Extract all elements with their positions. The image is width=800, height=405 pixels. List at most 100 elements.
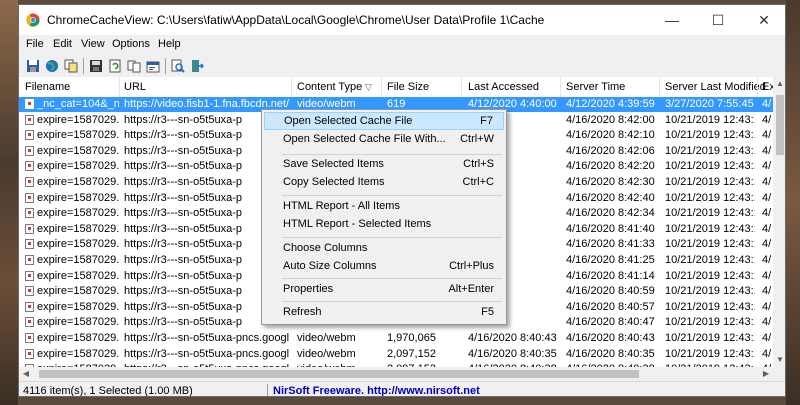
properties-icon[interactable] (146, 59, 160, 73)
menu-choose-columns[interactable]: Choose Columns (264, 240, 504, 258)
cell-ex: 4/ (762, 176, 772, 188)
scroll-right-arrow-icon[interactable]: ▶ (759, 367, 773, 381)
column-divider[interactable] (757, 77, 758, 97)
cell-server: 4/16/2020 8:40:47 ... (566, 316, 657, 329)
cache-file-icon (25, 286, 34, 297)
menu-item-label: HTML Report - All Items (283, 200, 400, 212)
vertical-scrollbar[interactable]: ▲ ▼ (773, 77, 785, 367)
menu-item-shortcut: Alt+Enter (448, 283, 494, 295)
menu-properties[interactable]: Properties Alt+Enter (264, 281, 504, 299)
menu-view[interactable]: View (81, 38, 105, 50)
column-header-file-size[interactable]: File Size (387, 81, 429, 93)
cell-server: 4/16/2020 8:40:59 ... (566, 285, 657, 298)
cell-server: 4/16/2020 8:42:40 ... (566, 191, 657, 204)
cell-server: 4/16/2020 8:41:14 ... (566, 269, 657, 282)
cell-modified: 10/21/2019 12:43:1... (665, 113, 755, 126)
cell-modified: 10/21/2019 12:43:1... (665, 300, 755, 313)
cell-filename: expire=1587029... (37, 129, 119, 142)
cache-file-icon (25, 177, 34, 187)
cell-ex: 4/ (762, 347, 772, 360)
sort-descending-icon: ▽ (365, 82, 372, 92)
menu-refresh[interactable]: Refresh F5 (264, 304, 504, 322)
menu-copy-selected-items[interactable]: Copy Selected Items Ctrl+C (264, 174, 504, 192)
column-header-server-time[interactable]: Server Time (566, 81, 625, 93)
cell-modified: 10/21/2019 12:43:1... (665, 144, 755, 157)
cell-modified: 10/21/2019 12:43:1... (665, 254, 755, 266)
cell-filename: expire=1587029... (37, 113, 119, 126)
column-header-expire[interactable]: Ex (762, 81, 773, 93)
cell-size: 2,097,152 (387, 347, 436, 360)
column-header-filename[interactable]: Filename (25, 81, 70, 93)
menu-edit[interactable]: Edit (53, 38, 72, 50)
column-header-content-type[interactable]: Content Type (297, 81, 362, 93)
scroll-down-arrow-icon[interactable]: ▼ (773, 353, 785, 367)
toolbar (19, 55, 785, 78)
menu-item-label: Choose Columns (283, 242, 368, 254)
cell-filename: expire=1587029... (37, 269, 119, 282)
exit-icon[interactable] (190, 59, 204, 73)
cache-file-icon (25, 145, 34, 156)
desktop-background-left (0, 0, 18, 405)
copy-icon[interactable] (64, 59, 78, 73)
cell-server: 4/16/2020 8:42:30 ... (566, 176, 657, 188)
menu-item-label: Open Selected Cache File (284, 115, 413, 127)
menu-open-cache-file-with[interactable]: Open Selected Cache File With... Ctrl+W (264, 131, 504, 149)
disk-icon[interactable] (89, 59, 103, 73)
menu-open-selected-cache-file[interactable]: Open Selected Cache File F7 (264, 112, 504, 130)
vertical-scroll-thumb[interactable] (776, 95, 784, 155)
column-divider[interactable] (119, 77, 120, 97)
title-bar[interactable]: ChromeCacheView: C:\Users\fatiw\AppData\… (19, 5, 785, 35)
column-header-url[interactable]: URL (124, 81, 146, 93)
window-title: ChromeCacheView: C:\Users\fatiw\AppData\… (47, 13, 545, 27)
menu-separator (282, 278, 502, 279)
scroll-left-arrow-icon[interactable]: ◀ (19, 367, 33, 381)
close-button[interactable]: ✕ (741, 5, 785, 35)
globe-icon[interactable] (45, 59, 59, 73)
column-divider[interactable] (381, 77, 382, 97)
menu-options[interactable]: Options (112, 38, 150, 50)
column-divider[interactable] (560, 77, 561, 97)
cache-file-icon (25, 239, 34, 250)
context-menu: Open Selected Cache File F7 Open Selecte… (261, 109, 507, 325)
cell-server: 4/16/2020 8:41:33 ... (566, 238, 657, 251)
cell-server: 4/16/2020 8:40:43 ... (566, 332, 657, 344)
menu-html-report-selected[interactable]: HTML Report - Selected Items (264, 216, 504, 234)
table-row[interactable]: expire=1587029... https://r3---sn-o5t5uxa… (19, 347, 773, 362)
column-divider[interactable] (291, 77, 292, 97)
cell-modified: 10/21/2019 12:43:1... (665, 222, 755, 235)
menu-help[interactable]: Help (158, 38, 181, 50)
column-header-last-accessed[interactable]: Last Accessed (468, 81, 539, 93)
menu-item-shortcut: Ctrl+S (463, 158, 494, 170)
cell-ex: 4/ (762, 113, 772, 126)
column-divider[interactable] (461, 77, 462, 97)
column-divider[interactable] (659, 77, 660, 97)
table-row[interactable]: expire=1587029... https://r3---sn-o5t5uxa… (19, 331, 773, 346)
scroll-up-arrow-icon[interactable]: ▲ (773, 77, 785, 91)
maximize-button[interactable]: ☐ (695, 5, 741, 35)
menu-html-report-all[interactable]: HTML Report - All Items (264, 198, 504, 216)
horizontal-scroll-thumb[interactable] (39, 370, 639, 378)
refresh-icon[interactable] (108, 59, 122, 73)
cell-modified: 10/21/2019 12:43:1... (665, 207, 755, 220)
cell-url: https://r3---sn-o5t5uxa-pncs.googl... (124, 332, 289, 344)
cell-accessed: 4/16/2020 8:40:43 ... (468, 332, 558, 344)
cache-file-icon (25, 255, 34, 265)
menu-save-selected-items[interactable]: Save Selected Items Ctrl+S (264, 156, 504, 174)
cache-file-icon (25, 223, 34, 234)
cell-filename: expire=1587029... (37, 160, 119, 173)
cell-server: 4/16/2020 8:42:34 ... (566, 207, 657, 220)
toolbar-separator (83, 58, 84, 74)
menu-item-label: Auto Size Columns (283, 260, 377, 272)
page-copy-icon[interactable] (127, 59, 141, 73)
column-header-server-last-modified[interactable]: Server Last Modified (665, 81, 766, 93)
search-icon[interactable] (171, 59, 185, 73)
nirsoft-link[interactable]: NirSoft Freeware. http://www.nirsoft.net (273, 385, 480, 396)
menu-auto-size-columns[interactable]: Auto Size Columns Ctrl+Plus (264, 258, 504, 276)
minimize-button[interactable]: — (649, 5, 695, 35)
horizontal-scrollbar[interactable]: ◀ ▶ (19, 367, 773, 381)
save-icon[interactable] (26, 59, 40, 73)
cell-size: 1,970,065 (387, 332, 436, 344)
status-bar: 4116 item(s), 1 Selected (1.00 MB) NirSo… (19, 381, 785, 396)
menu-file[interactable]: File (26, 38, 44, 50)
cell-modified: 10/21/2019 12:43:1... (665, 191, 755, 204)
